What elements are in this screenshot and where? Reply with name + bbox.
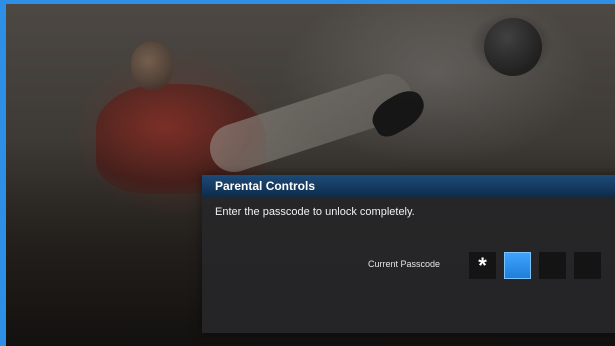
passcode-digit-2[interactable] bbox=[504, 252, 531, 279]
tv-screen: Parental Controls Enter the passcode to … bbox=[0, 0, 615, 346]
dialog-title: Parental Controls bbox=[215, 179, 316, 193]
passcode-digit-4[interactable] bbox=[574, 252, 601, 279]
dialog-header: Parental Controls bbox=[202, 175, 615, 197]
dialog-instruction: Enter the passcode to unlock completely. bbox=[215, 206, 415, 218]
passcode-digit-3[interactable] bbox=[539, 252, 566, 279]
parental-controls-dialog: Parental Controls Enter the passcode to … bbox=[202, 175, 615, 333]
passcode-label: Current Passcode bbox=[368, 259, 441, 269]
passcode-digit-1[interactable]: * bbox=[469, 252, 496, 279]
